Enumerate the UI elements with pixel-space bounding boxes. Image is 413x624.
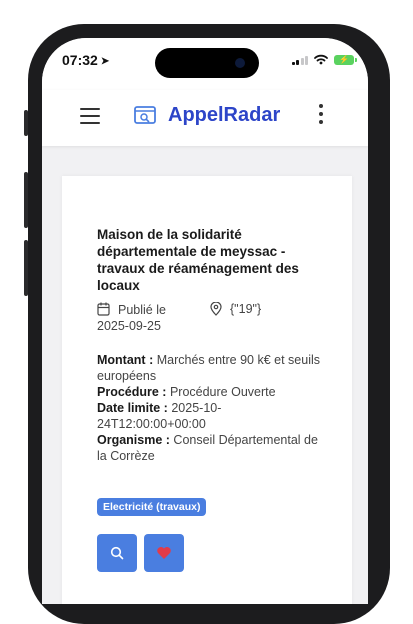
phone-side-button (24, 110, 28, 136)
location-value: {"19"} (230, 302, 262, 316)
montant-row: Montant : Marchés entre 90 k€ et seuils … (97, 353, 320, 383)
phone-side-button (24, 172, 28, 228)
search-icon (110, 546, 124, 560)
published-label: Publié le (118, 303, 166, 317)
app-title: AppelRadar (168, 104, 281, 126)
location-arrow-icon: ➤ (100, 56, 110, 67)
phone-side-button (24, 240, 28, 296)
status-icons: ⚡ (291, 54, 357, 65)
hamburger-menu-icon[interactable] (80, 108, 100, 124)
published-date: 2025-09-25 (97, 319, 161, 333)
location-info: {"19"} (210, 302, 261, 316)
tender-card: Maison de la solidarité départementale d… (62, 176, 352, 604)
battery-icon: ⚡ (334, 54, 357, 65)
published-info: Publié le 2025-09-25 (97, 302, 197, 334)
organisme-row: Organisme : Conseil Départemental de la … (97, 433, 318, 463)
phone-screen: 07:32 ➤ ⚡ AppelRadar Maison de la solidar… (42, 38, 368, 604)
procedure-row: Procédure : Procédure Ouverte (97, 385, 276, 399)
dynamic-island (155, 48, 259, 78)
camera-icon (235, 58, 245, 68)
app-header: AppelRadar (42, 90, 368, 146)
date-limite-row: Date limite : 2025-10-24T12:00:00+00:00 (97, 401, 222, 431)
wifi-icon (314, 54, 328, 65)
cellular-signal-icon (291, 55, 308, 65)
status-time: 07:32 ➤ (62, 52, 110, 68)
category-tag[interactable]: Electricité (travaux) (97, 498, 207, 516)
heart-icon (157, 547, 171, 559)
search-button[interactable] (97, 534, 137, 572)
map-pin-icon (210, 302, 222, 316)
tender-title: Maison de la solidarité départementale d… (97, 227, 299, 293)
more-vertical-icon[interactable] (318, 104, 324, 126)
tender-details: Montant : Marchés entre 90 k€ et seuils … (97, 352, 327, 464)
favorite-button[interactable] (144, 534, 184, 572)
radar-logo-icon (134, 106, 156, 124)
calendar-icon (97, 302, 110, 316)
status-bar: 07:32 ➤ ⚡ (42, 38, 368, 90)
